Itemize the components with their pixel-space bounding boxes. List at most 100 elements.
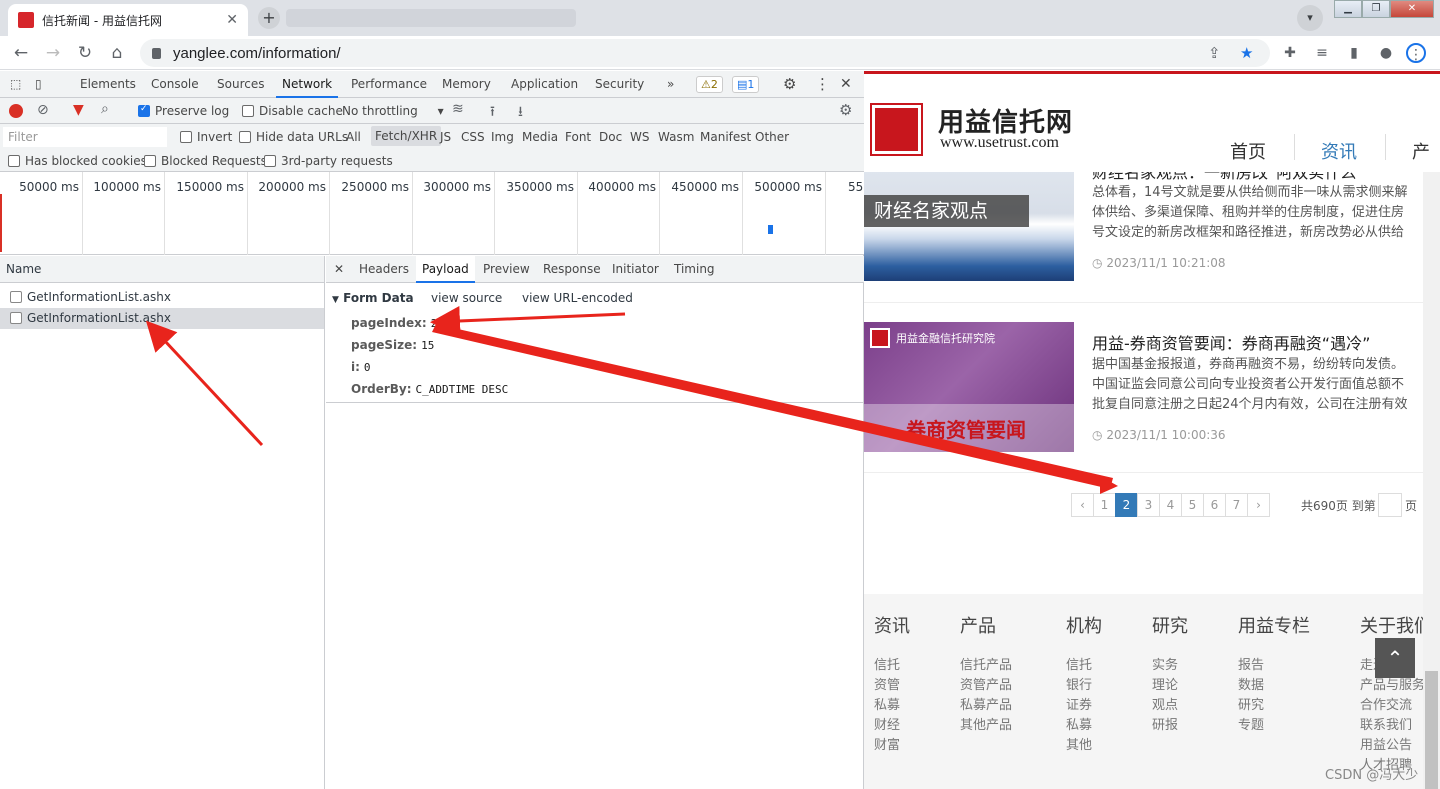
page-next-button[interactable]: › bbox=[1247, 493, 1270, 517]
back-arrow-icon[interactable]: ← bbox=[10, 42, 32, 64]
footer-link[interactable]: 合作交流 bbox=[1360, 694, 1412, 713]
filter-type-fetch-xhr[interactable]: Fetch/XHR bbox=[371, 126, 442, 146]
scrollbar-thumb[interactable] bbox=[1425, 671, 1438, 789]
filter-type-other[interactable]: Other bbox=[755, 130, 789, 144]
footer-link[interactable]: 信托 bbox=[874, 654, 900, 673]
filter-type-wasm[interactable]: Wasm bbox=[658, 130, 694, 144]
footer-link[interactable]: 私募 bbox=[874, 694, 900, 713]
device-toolbar-icon[interactable]: ▯ bbox=[35, 71, 42, 98]
page-button[interactable]: 6 bbox=[1203, 493, 1226, 517]
filter-funnel-icon[interactable]: ▼ bbox=[73, 102, 84, 118]
filter-type-all[interactable]: All bbox=[346, 130, 361, 144]
invert-checkbox[interactable]: Invert bbox=[180, 130, 232, 144]
view-source-link[interactable]: view source bbox=[431, 291, 502, 305]
browser-tab-active[interactable]: 信托新闻 - 用益信托网 ✕ bbox=[8, 4, 248, 36]
blurred-tab[interactable] bbox=[286, 9, 576, 27]
footer-link[interactable]: 数据 bbox=[1238, 674, 1264, 693]
filter-type-manifest[interactable]: Manifest bbox=[700, 130, 751, 144]
page-button[interactable]: 3 bbox=[1137, 493, 1160, 517]
devtools-close-icon[interactable]: ✕ bbox=[840, 71, 852, 98]
tab-preview[interactable]: Preview bbox=[483, 256, 530, 283]
site-logo-icon[interactable] bbox=[870, 103, 923, 156]
devtools-menu-icon[interactable]: ⋮ bbox=[815, 71, 830, 98]
new-tab-button[interactable]: + bbox=[258, 7, 280, 29]
messages-badge[interactable]: ▤1 bbox=[732, 76, 760, 93]
footer-link[interactable]: 观点 bbox=[1152, 694, 1178, 713]
clear-icon[interactable]: ⊘ bbox=[37, 102, 49, 118]
tab-security[interactable]: Security bbox=[595, 71, 644, 98]
filter-type-js[interactable]: JS bbox=[440, 130, 451, 144]
footer-link[interactable]: 理论 bbox=[1152, 674, 1178, 693]
network-conditions-icon[interactable]: ≋ bbox=[452, 101, 464, 117]
page-button[interactable]: 7 bbox=[1225, 493, 1248, 517]
footer-link[interactable]: 私募 bbox=[1066, 714, 1092, 733]
warnings-badge[interactable]: ⚠2 bbox=[696, 76, 723, 93]
network-overview-timeline[interactable]: 50000 ms 100000 ms 150000 ms 200000 ms 2… bbox=[0, 172, 864, 255]
minimize-button[interactable]: ▁ bbox=[1334, 0, 1362, 18]
maximize-button[interactable]: ❐ bbox=[1362, 0, 1390, 18]
bookmark-star-icon[interactable]: ★ bbox=[1240, 44, 1253, 62]
blocked-requests-checkbox[interactable]: Blocked Requests bbox=[144, 154, 267, 168]
page-button[interactable]: 5 bbox=[1181, 493, 1204, 517]
side-panel-icon[interactable]: ▮ bbox=[1344, 43, 1364, 63]
profile-avatar-icon[interactable]: ● bbox=[1376, 43, 1396, 63]
footer-link[interactable]: 资管 bbox=[874, 674, 900, 693]
tab-search-chevron-icon[interactable]: ▾ bbox=[1297, 5, 1323, 31]
view-url-encoded-link[interactable]: view URL-encoded bbox=[522, 291, 633, 305]
detail-close-icon[interactable]: ✕ bbox=[334, 256, 344, 283]
footer-link[interactable]: 其他产品 bbox=[960, 714, 1012, 733]
has-blocked-cookies-checkbox[interactable]: Has blocked cookies bbox=[8, 154, 147, 168]
news-title[interactable]: 用益-券商资管要闻：券商再融资“遇冷” bbox=[1092, 330, 1370, 354]
page-button-current[interactable]: 2 bbox=[1115, 493, 1138, 517]
back-to-top-button[interactable]: ⌃ bbox=[1375, 638, 1415, 678]
tab-response[interactable]: Response bbox=[543, 256, 601, 283]
footer-link[interactable]: 研究 bbox=[1238, 694, 1264, 713]
third-party-checkbox[interactable]: 3rd-party requests bbox=[264, 154, 393, 168]
import-har-icon[interactable]: ⭱ bbox=[490, 101, 495, 125]
network-settings-icon[interactable]: ⚙ bbox=[839, 101, 852, 119]
window-close-button[interactable]: ✕ bbox=[1390, 0, 1434, 18]
tab-timing[interactable]: Timing bbox=[674, 256, 715, 283]
page-jump-input[interactable] bbox=[1378, 493, 1402, 517]
tab-sources[interactable]: Sources bbox=[217, 71, 264, 98]
page-button[interactable]: 1 bbox=[1093, 493, 1116, 517]
request-row[interactable]: GetInformationList.ashx bbox=[0, 287, 324, 308]
footer-link[interactable]: 用益公告 bbox=[1360, 734, 1412, 753]
footer-link[interactable]: 证券 bbox=[1066, 694, 1092, 713]
tab-payload[interactable]: Payload bbox=[416, 256, 475, 283]
forward-arrow-icon[interactable]: → bbox=[42, 42, 64, 64]
tab-close-icon[interactable]: ✕ bbox=[226, 12, 238, 28]
request-row-selected[interactable]: GetInformationList.ashx bbox=[0, 308, 324, 329]
nav-item-home[interactable]: 首页 bbox=[1230, 138, 1266, 164]
footer-link[interactable]: 资管产品 bbox=[960, 674, 1012, 693]
tab-memory[interactable]: Memory bbox=[442, 71, 491, 98]
footer-link[interactable]: 私募产品 bbox=[960, 694, 1012, 713]
footer-link[interactable]: 银行 bbox=[1066, 674, 1092, 693]
preserve-log-checkbox[interactable]: Preserve log bbox=[138, 104, 229, 118]
footer-link[interactable]: 专题 bbox=[1238, 714, 1264, 733]
filter-type-img[interactable]: Img bbox=[491, 130, 514, 144]
filter-type-doc[interactable]: Doc bbox=[599, 130, 622, 144]
tab-initiator[interactable]: Initiator bbox=[612, 256, 659, 283]
filter-type-font[interactable]: Font bbox=[565, 130, 591, 144]
footer-link[interactable]: 信托 bbox=[1066, 654, 1092, 673]
footer-link[interactable]: 信托产品 bbox=[960, 654, 1012, 673]
footer-link[interactable]: 财富 bbox=[874, 734, 900, 753]
page-prev-button[interactable]: ‹ bbox=[1071, 493, 1094, 517]
news-thumbnail[interactable]: 用益金融信托研究院 券商资管要闻 bbox=[864, 322, 1074, 452]
disable-cache-checkbox[interactable]: Disable cache bbox=[242, 104, 343, 118]
media-queue-icon[interactable]: ≡ bbox=[1312, 43, 1332, 63]
tab-application[interactable]: Application bbox=[511, 71, 578, 98]
tab-elements[interactable]: Elements bbox=[80, 71, 136, 98]
export-har-icon[interactable]: ⭳ bbox=[518, 101, 523, 125]
page-scrollbar[interactable] bbox=[1423, 71, 1440, 789]
tab-console[interactable]: Console bbox=[151, 71, 199, 98]
nav-item-products[interactable]: 产 bbox=[1412, 138, 1430, 164]
page-button[interactable]: 4 bbox=[1159, 493, 1182, 517]
footer-link[interactable]: 其他 bbox=[1066, 734, 1092, 753]
footer-link[interactable]: 实务 bbox=[1152, 654, 1178, 673]
extensions-puzzle-icon[interactable]: ✚ bbox=[1280, 43, 1300, 63]
chrome-menu-icon[interactable]: ⋮ bbox=[1406, 43, 1426, 63]
tab-headers[interactable]: Headers bbox=[359, 256, 409, 283]
tab-performance[interactable]: Performance bbox=[351, 71, 427, 98]
